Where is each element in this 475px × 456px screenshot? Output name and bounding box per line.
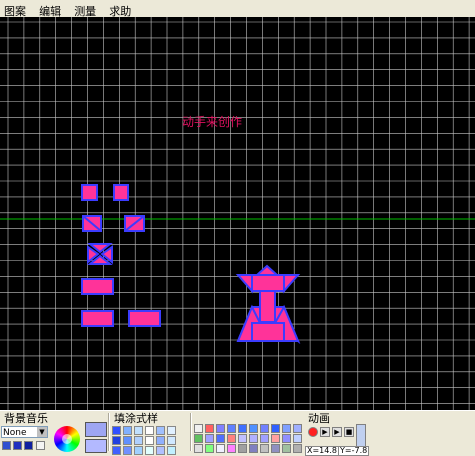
- shape-tool-button[interactable]: [271, 424, 280, 433]
- shape-rectangle[interactable]: [259, 290, 276, 323]
- fill-style-swatch[interactable]: [123, 436, 132, 445]
- fill-style-swatch[interactable]: [156, 426, 165, 435]
- fill-style-swatch[interactable]: [123, 446, 132, 455]
- fill-style-swatch[interactable]: [167, 436, 176, 445]
- shape-tool-button[interactable]: [194, 424, 203, 433]
- shape-rectangle[interactable]: [81, 278, 114, 295]
- fill-style-swatch[interactable]: [112, 436, 121, 445]
- menu-bar: 图案 编辑 测量 求助: [0, 0, 475, 18]
- play-icon[interactable]: ▶: [320, 427, 330, 437]
- color-tool-button[interactable]: [2, 441, 11, 450]
- animation-label: 动画: [308, 412, 330, 425]
- fill-tool-button[interactable]: [13, 441, 22, 450]
- shape-rectangle[interactable]: [81, 310, 114, 327]
- step-forward-icon[interactable]: ▶: [332, 427, 342, 437]
- bottom-toolbar: 背景音乐 None ▼ 填涂式样 动画 ▶ ▶ ■ X=14.8 Y=-7.8: [0, 410, 475, 456]
- shape-tool-button[interactable]: [205, 434, 214, 443]
- shape-tool-button[interactable]: [293, 434, 302, 443]
- chevron-down-icon[interactable]: ▼: [37, 427, 47, 437]
- stop-icon[interactable]: ■: [344, 427, 354, 437]
- shape-rectangle[interactable]: [251, 322, 285, 342]
- shape-rectangle[interactable]: [251, 274, 285, 292]
- toolbar-separator: [190, 413, 192, 451]
- line-color-swatch[interactable]: [85, 439, 107, 453]
- fill-style-swatch[interactable]: [134, 426, 143, 435]
- shape-tool-button[interactable]: [260, 434, 269, 443]
- fill-style-swatch[interactable]: [112, 446, 121, 455]
- drawing-canvas[interactable]: 动手来创作: [0, 17, 475, 410]
- fill-style-swatch[interactable]: [123, 426, 132, 435]
- shape-tool-button[interactable]: [271, 434, 280, 443]
- fill-style-swatch[interactable]: [156, 436, 165, 445]
- shape-tool-button[interactable]: [282, 424, 291, 433]
- coord-x-readout: X=14.8: [305, 446, 339, 456]
- shape-tool-button[interactable]: [249, 434, 258, 443]
- fill-style-swatch[interactable]: [156, 446, 165, 455]
- fill-style-swatch[interactable]: [167, 446, 176, 455]
- shape-square[interactable]: [81, 184, 98, 201]
- coord-y-readout: Y=-7.8: [338, 446, 370, 456]
- shape-tool-button[interactable]: [227, 424, 236, 433]
- shape-tool-button[interactable]: [227, 434, 236, 443]
- shape-tool-button[interactable]: [260, 424, 269, 433]
- shape-square[interactable]: [113, 184, 129, 201]
- shape-tool-button[interactable]: [194, 434, 203, 443]
- fill-style-label: 填涂式样: [114, 412, 158, 425]
- canvas-background: [0, 17, 475, 410]
- music-value: None: [3, 428, 27, 438]
- fill-style-swatch[interactable]: [145, 436, 154, 445]
- fill-color-swatch[interactable]: [85, 422, 107, 437]
- fill-style-swatch[interactable]: [145, 446, 154, 455]
- canvas-title-text: 动手来创作: [182, 115, 242, 129]
- shape-tool-button[interactable]: [249, 424, 258, 433]
- shape-tool-button[interactable]: [216, 434, 225, 443]
- shape-tool-button[interactable]: [238, 434, 247, 443]
- shape-tool-button[interactable]: [293, 424, 302, 433]
- shape-tool-button[interactable]: [205, 424, 214, 433]
- shape-tool-button[interactable]: [216, 424, 225, 433]
- music-label: 背景音乐: [4, 412, 48, 425]
- fill-style-swatch[interactable]: [145, 426, 154, 435]
- music-select[interactable]: None ▼: [1, 426, 48, 438]
- fill-style-swatch[interactable]: [134, 446, 143, 455]
- fill-style-swatch[interactable]: [167, 426, 176, 435]
- record-button[interactable]: [308, 427, 318, 437]
- toolbar-separator: [108, 413, 110, 451]
- fill-style-swatch[interactable]: [112, 426, 121, 435]
- shape-rectangle[interactable]: [128, 310, 161, 327]
- shape-tool-button[interactable]: [238, 424, 247, 433]
- color-wheel[interactable]: [54, 426, 80, 452]
- fill-style-swatch[interactable]: [134, 436, 143, 445]
- shape-tool-button[interactable]: [282, 434, 291, 443]
- stroke-tool-button[interactable]: [24, 441, 33, 450]
- pen-icon[interactable]: [36, 441, 45, 450]
